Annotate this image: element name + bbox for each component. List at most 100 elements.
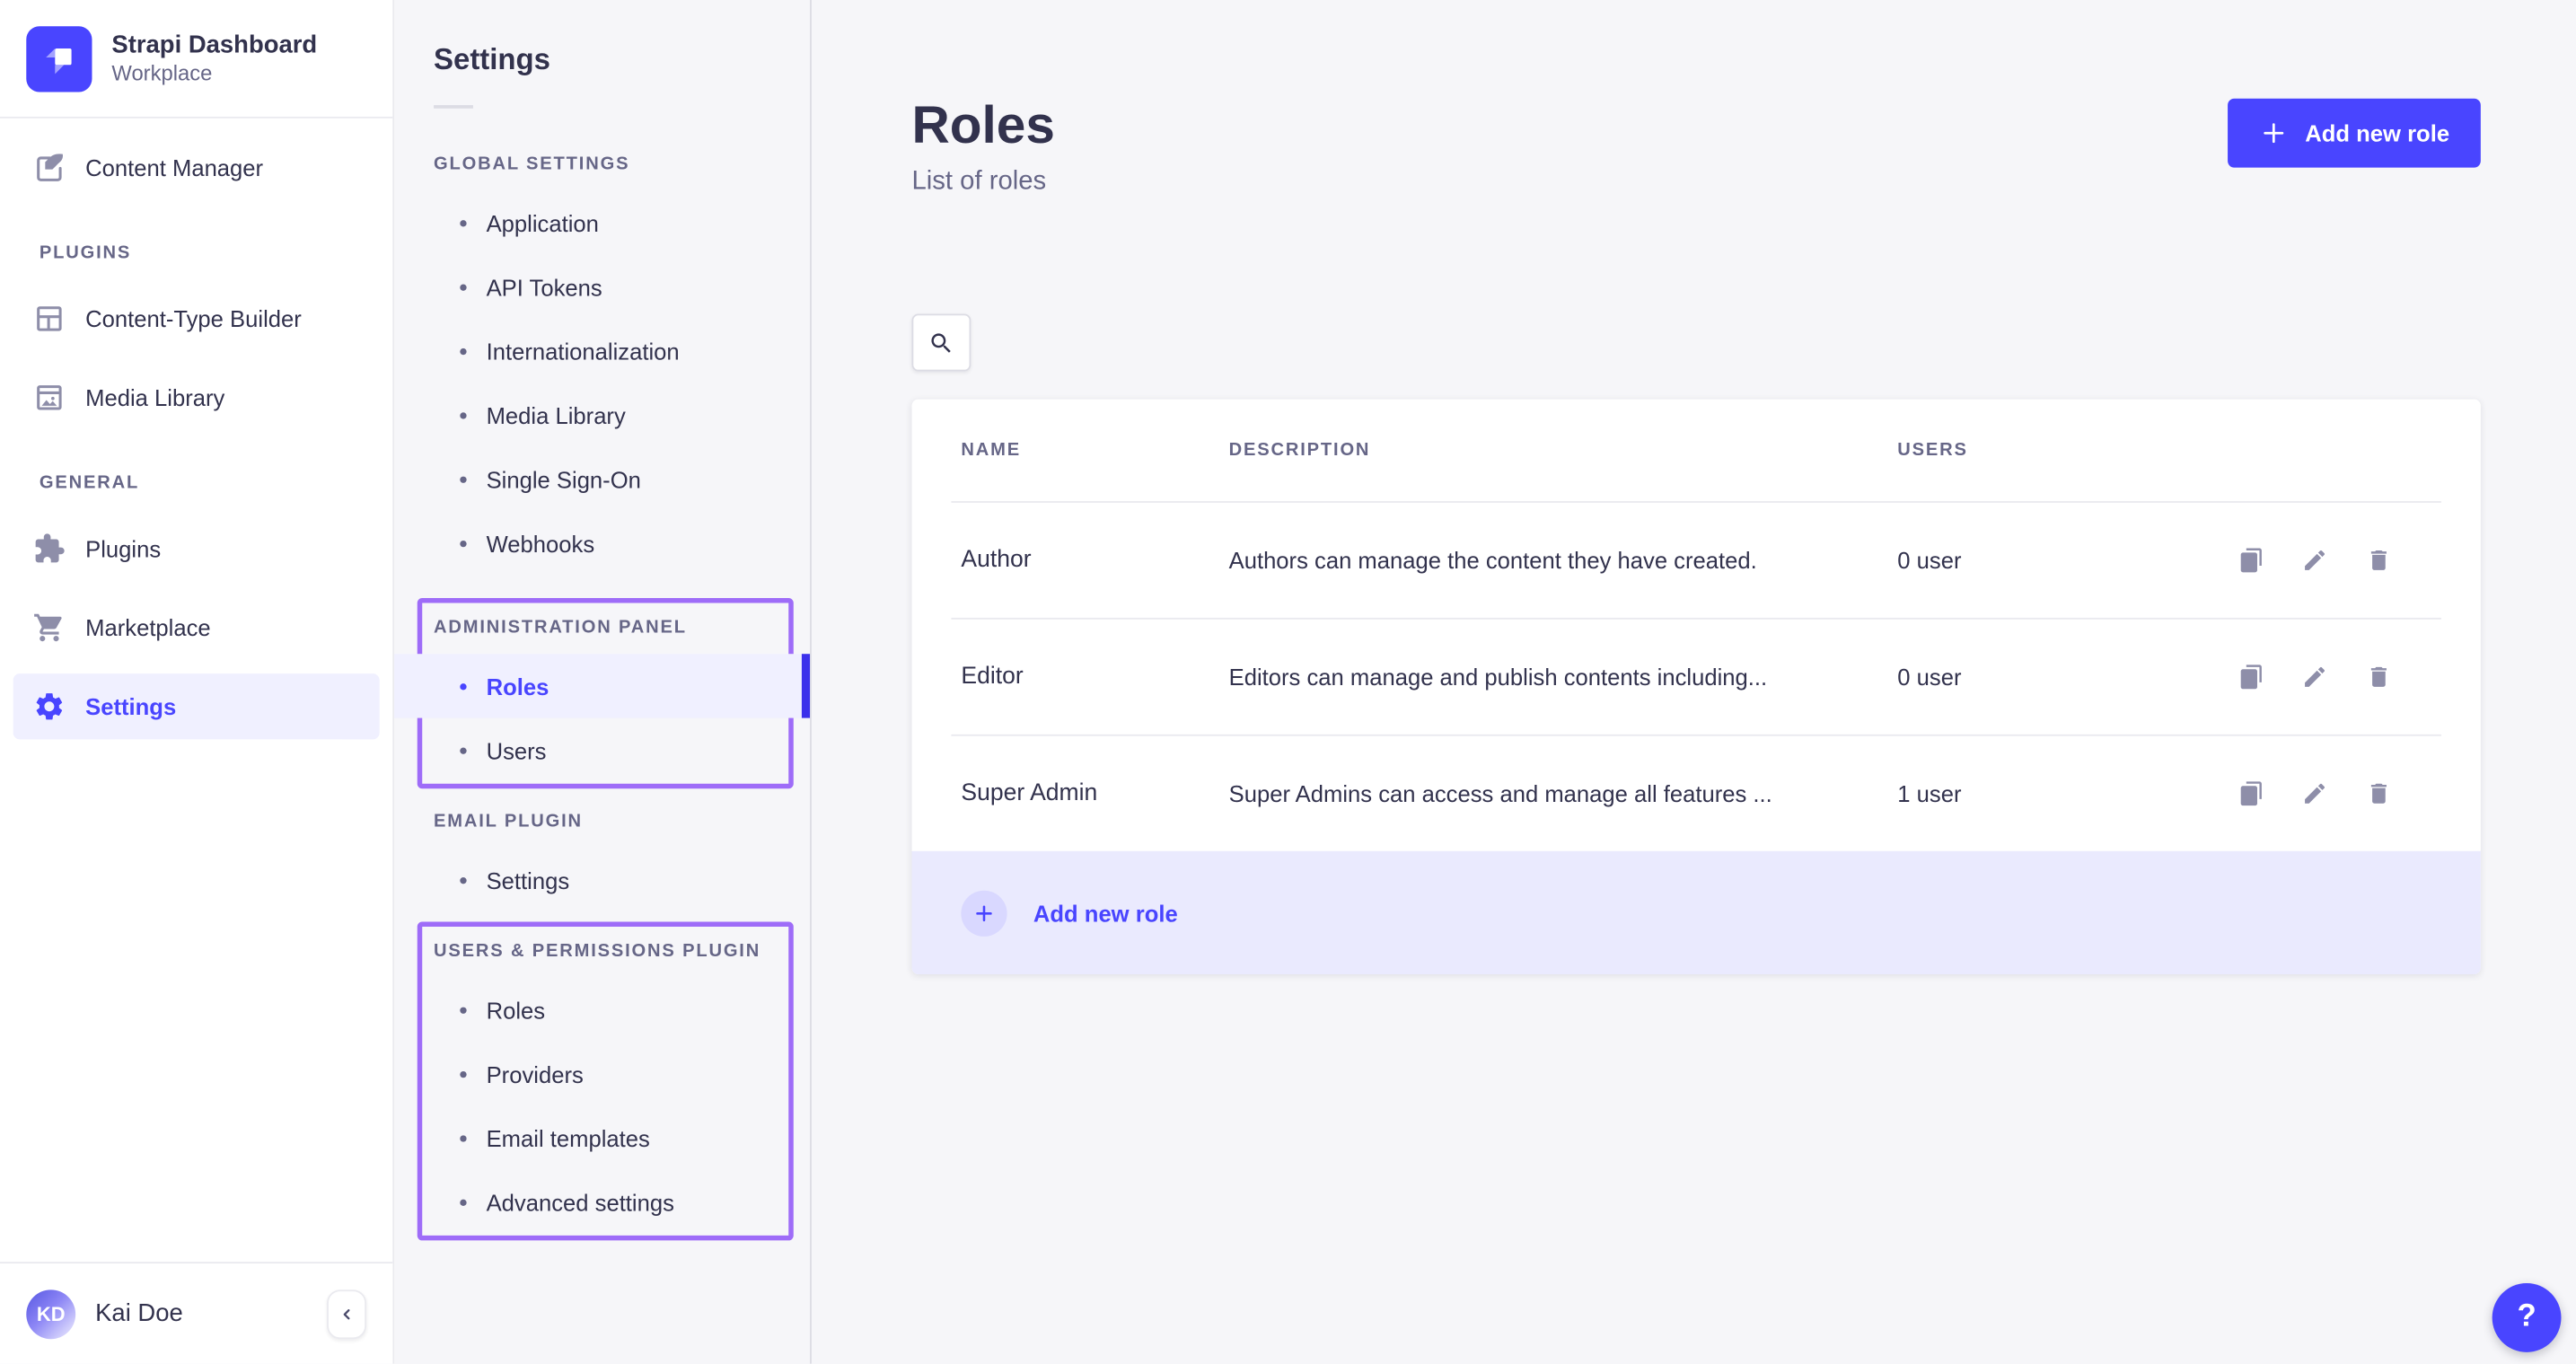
delete-icon[interactable] — [2366, 547, 2392, 573]
role-name: Super Admin — [961, 780, 1228, 806]
help-button[interactable]: ? — [2492, 1283, 2562, 1352]
subnav-item-email-templates[interactable]: Email templates — [394, 1105, 810, 1169]
sidebar-item-settings[interactable]: Settings — [13, 673, 380, 739]
table-row-editor[interactable]: Editor Editors can manage and publish co… — [911, 620, 2480, 735]
table-header-row: NAME DESCRIPTION USERS — [911, 400, 2480, 501]
sidebar-item-marketplace[interactable]: Marketplace — [13, 594, 380, 660]
bullet-icon — [460, 1007, 466, 1013]
collapse-sidebar-button[interactable] — [327, 1289, 366, 1338]
strapi-logo-icon — [26, 25, 92, 91]
puzzle-icon — [33, 532, 66, 566]
subnav-item-up-roles[interactable]: Roles — [394, 978, 810, 1042]
column-header-name: NAME — [961, 440, 1228, 460]
subnav-item-api-tokens[interactable]: API Tokens — [394, 255, 810, 319]
subnav-item-internationalization[interactable]: Internationalization — [394, 319, 810, 383]
user-area: KD Kai Doe — [0, 1262, 392, 1363]
brand-text: Strapi Dashboard Workplace — [111, 30, 317, 87]
column-header-description: DESCRIPTION — [1229, 440, 1898, 460]
column-header-users: USERS — [1897, 440, 2238, 460]
subnav-item-single-sign-on[interactable]: Single Sign-On — [394, 447, 810, 511]
edit-icon[interactable] — [2301, 780, 2327, 806]
delete-icon[interactable] — [2366, 780, 2392, 806]
bullet-icon — [460, 876, 466, 883]
role-users-count: 0 user — [1897, 664, 2238, 690]
main-sidebar: Strapi Dashboard Workplace Content Manag… — [0, 0, 394, 1364]
sidebar-section-plugins: PLUGINS — [40, 243, 353, 263]
group-label-users-permissions: USERS & PERMISSIONS PLUGIN — [434, 941, 770, 961]
duplicate-icon[interactable] — [2238, 664, 2264, 690]
subnav-item-label: Application — [487, 209, 599, 235]
plus-circle-icon — [961, 890, 1007, 936]
subnav-item-advanced-settings[interactable]: Advanced settings — [394, 1170, 810, 1234]
role-users-count: 0 user — [1897, 547, 2238, 573]
subnav-item-label: Roles — [487, 673, 549, 699]
sidebar-item-content-manager[interactable]: Content Manager — [13, 135, 380, 200]
chevron-left-icon — [338, 1306, 355, 1322]
plus-icon — [2259, 119, 2289, 148]
role-name: Editor — [961, 664, 1228, 690]
subnav-item-label: Webhooks — [487, 530, 595, 556]
edit-icon[interactable] — [2301, 547, 2327, 573]
search-button[interactable] — [911, 313, 971, 371]
bullet-icon — [460, 476, 466, 482]
delete-icon[interactable] — [2366, 664, 2392, 690]
table-row-super-admin[interactable]: Super Admin Super Admins can access and … — [911, 736, 2480, 851]
group-label-email-plugin: EMAIL PLUGIN — [434, 812, 770, 832]
role-description: Editors can manage and publish contents … — [1229, 664, 1898, 690]
subnav-item-application[interactable]: Application — [394, 190, 810, 254]
footer-add-label: Add new role — [1033, 900, 1178, 926]
subnav-item-label: Advanced settings — [487, 1189, 674, 1215]
sidebar-item-label: Marketplace — [85, 614, 211, 640]
active-indicator-bar — [802, 654, 810, 717]
subnav-item-email-settings[interactable]: Settings — [394, 848, 810, 911]
subnav-item-webhooks[interactable]: Webhooks — [394, 511, 810, 575]
sidebar-item-plugins[interactable]: Plugins — [13, 516, 380, 582]
add-new-role-footer[interactable]: Add new role — [911, 851, 2480, 974]
question-mark-icon: ? — [2517, 1299, 2536, 1335]
edit-icon[interactable] — [2301, 664, 2327, 690]
row-actions — [2238, 547, 2431, 573]
subnav-item-label: Single Sign-On — [487, 466, 641, 492]
subnav-item-providers[interactable]: Providers — [394, 1042, 810, 1105]
bullet-icon — [460, 682, 466, 689]
sidebar-item-label: Media Library — [85, 384, 224, 410]
subnav-item-label: Roles — [487, 997, 545, 1023]
group-label-administration-panel: ADMINISTRATION PANEL — [434, 618, 770, 638]
main-content: Roles List of roles Add new role NAME DE… — [812, 0, 2576, 1364]
subnav-item-media-library[interactable]: Media Library — [394, 383, 810, 446]
add-new-role-button-label: Add new role — [2305, 120, 2449, 146]
subnav-item-label: Providers — [487, 1060, 584, 1087]
main-nav: Content Manager PLUGINS Content-Type Bui… — [0, 119, 392, 740]
duplicate-icon[interactable] — [2238, 547, 2264, 573]
row-actions — [2238, 780, 2431, 806]
add-new-role-button[interactable]: Add new role — [2228, 99, 2481, 168]
sidebar-item-label: Content Manager — [85, 154, 263, 180]
roles-table: NAME DESCRIPTION USERS Author Authors ca… — [911, 400, 2480, 974]
sidebar-item-label: Settings — [85, 693, 176, 719]
subnav-item-users[interactable]: Users — [394, 718, 810, 782]
sidebar-section-general: GENERAL — [40, 473, 353, 493]
duplicate-icon[interactable] — [2238, 780, 2264, 806]
app-title: Strapi Dashboard — [111, 30, 317, 61]
table-row-author[interactable]: Author Authors can manage the content th… — [911, 503, 2480, 618]
search-icon — [928, 330, 954, 356]
user-name: Kai Doe — [95, 1299, 307, 1327]
gear-icon — [33, 690, 66, 723]
users-permissions-group: USERS & PERMISSIONS PLUGIN Roles Provide… — [394, 921, 810, 1240]
subnav-item-label: Internationalization — [487, 338, 680, 364]
administration-panel-group: ADMINISTRATION PANEL Roles Users — [394, 598, 810, 788]
sidebar-item-media-library[interactable]: Media Library — [13, 365, 380, 430]
role-description: Authors can manage the content they have… — [1229, 547, 1898, 573]
bullet-icon — [460, 1070, 466, 1077]
bullet-icon — [460, 747, 466, 753]
bullet-icon — [460, 284, 466, 290]
avatar: KD — [26, 1289, 75, 1338]
role-users-count: 1 user — [1897, 780, 2238, 806]
sidebar-item-content-type-builder[interactable]: Content-Type Builder — [13, 286, 380, 351]
subnav-item-roles-active[interactable]: Roles — [394, 654, 810, 717]
subnav-item-label: Email templates — [487, 1124, 650, 1150]
subnav-item-label: Users — [487, 737, 547, 763]
brand-block: Strapi Dashboard Workplace — [0, 0, 392, 119]
group-label-global-settings: GLOBAL SETTINGS — [434, 154, 770, 174]
strapi-dashboard: Strapi Dashboard Workplace Content Manag… — [0, 0, 2576, 1364]
